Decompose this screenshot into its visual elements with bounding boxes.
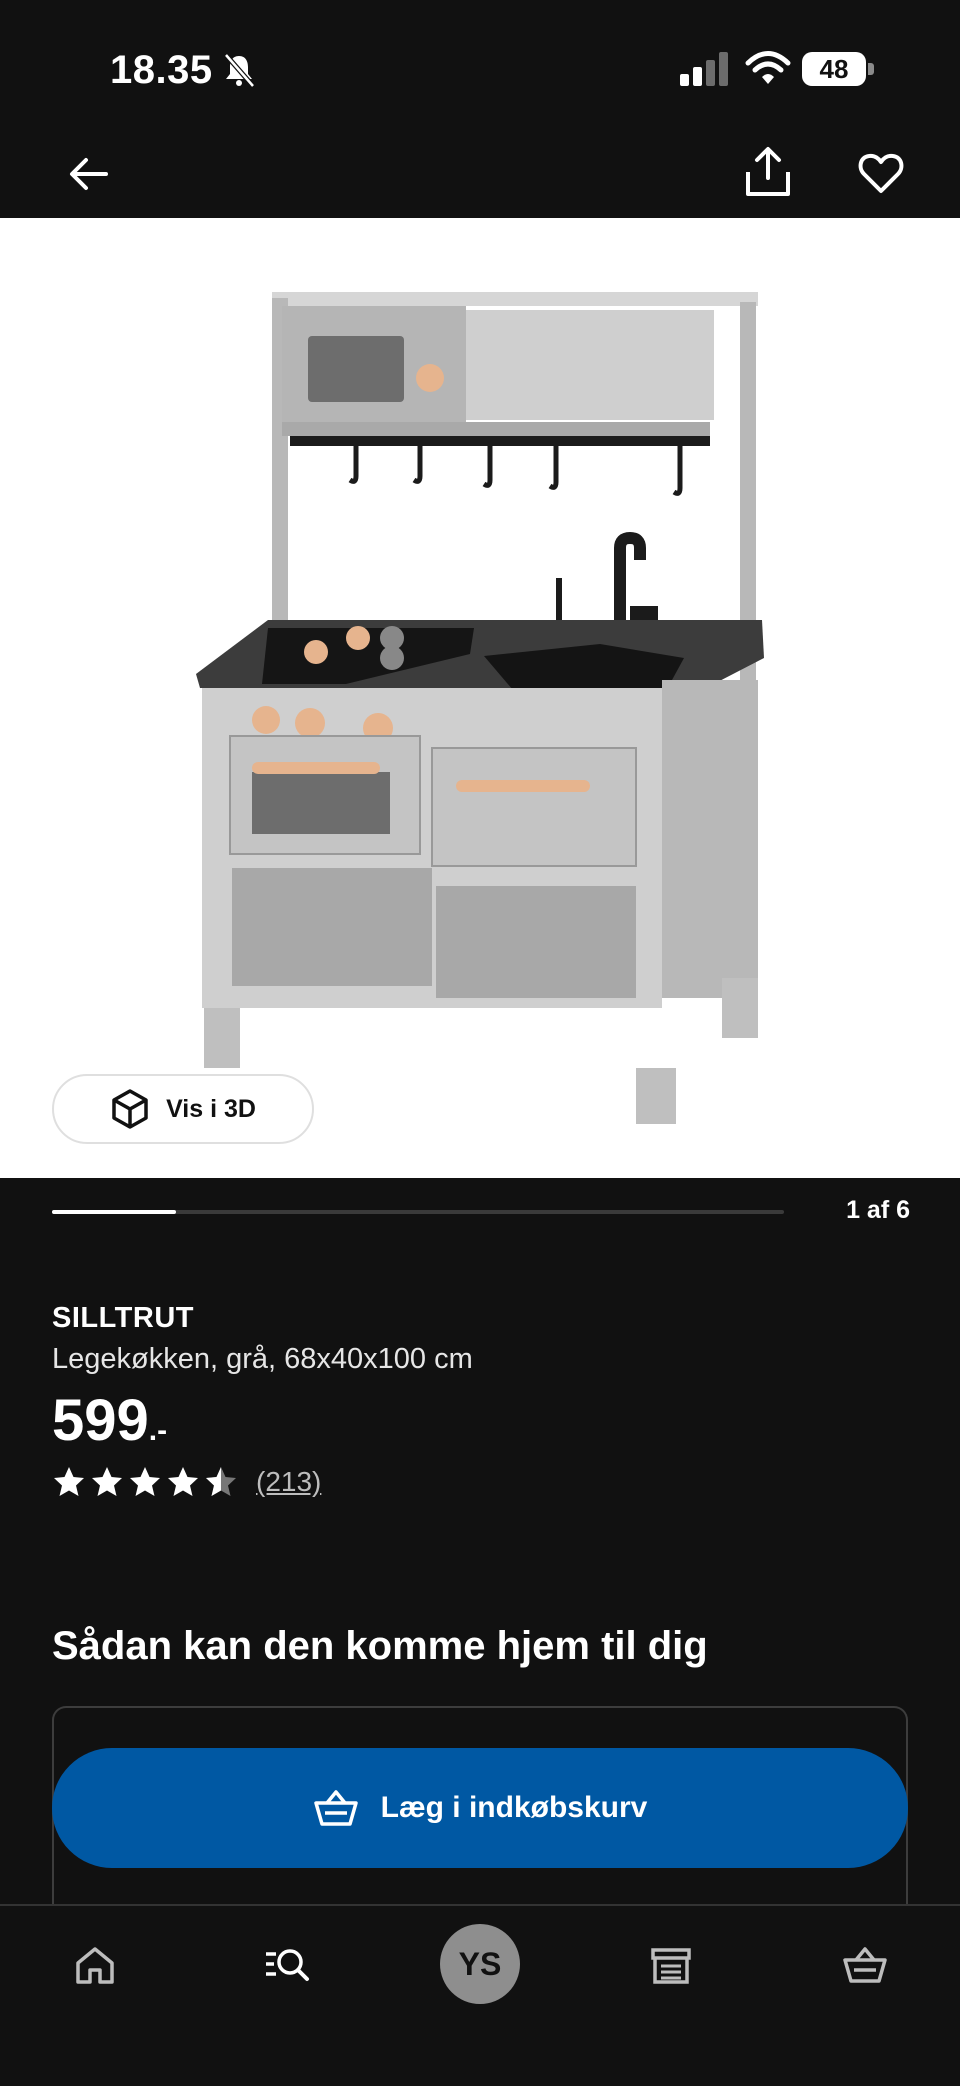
product-price: 599.-: [52, 1386, 167, 1466]
tab-store[interactable]: [636, 1930, 706, 2000]
bell-muted-icon: [224, 53, 255, 88]
tab-home[interactable]: [60, 1930, 130, 2000]
arrow-left-icon: [70, 158, 108, 190]
battery-tip: [868, 63, 874, 75]
gallery-page-counter: 1 af 6: [846, 1196, 910, 1224]
star-full-icon: [130, 1467, 160, 1496]
price-suffix: .-: [148, 1414, 168, 1447]
cellular-signal-icon: [680, 52, 728, 86]
shopping-basket-icon: [843, 1947, 887, 1983]
gallery-progress-bar: [52, 1210, 784, 1214]
star-full-icon: [92, 1467, 122, 1496]
gallery-progress-fill: [52, 1210, 177, 1214]
battery-indicator: 48: [802, 52, 874, 86]
share-icon: [746, 147, 790, 196]
favourite-button[interactable]: [856, 148, 906, 198]
search-list-icon: [266, 1949, 309, 1981]
share-button[interactable]: [742, 144, 794, 200]
star-full-icon: [54, 1467, 84, 1496]
status-time: 18.35: [110, 48, 213, 92]
cube-3d-icon: [112, 1089, 148, 1129]
star-full-icon: [168, 1467, 198, 1496]
view-in-3d-button[interactable]: Vis i 3D: [52, 1074, 314, 1144]
play-kitchen-image: [196, 292, 764, 1124]
view-in-3d-label: Vis i 3D: [166, 1094, 256, 1123]
product-rating[interactable]: (213): [52, 1464, 321, 1500]
add-to-cart-label: Læg i indkøbskurv: [380, 1791, 648, 1824]
review-count-link[interactable]: (213): [256, 1466, 321, 1498]
wifi-icon: [745, 51, 791, 84]
back-button[interactable]: [62, 148, 114, 200]
product-description: Legekøkken, grå, 68x40x100 cm: [52, 1343, 473, 1375]
tab-cart[interactable]: [830, 1930, 900, 2000]
product-name: SILLTRUT: [52, 1302, 194, 1334]
product-image-gallery[interactable]: Vis i 3D: [0, 218, 960, 1178]
status-bar: 18.35 48: [0, 0, 960, 140]
profile-avatar[interactable]: YS: [440, 1924, 520, 2004]
heart-icon: [858, 153, 904, 193]
shopping-basket-icon: [313, 1790, 358, 1826]
home-icon: [76, 1947, 114, 1984]
bottom-tab-bar: YS: [0, 1904, 960, 2086]
store-icon: [651, 1948, 691, 1984]
delivery-heading: Sådan kan den komme hjem til dig: [52, 1624, 708, 1668]
price-value: 599: [52, 1388, 149, 1453]
tab-search[interactable]: [252, 1930, 322, 2000]
battery-level: 48: [802, 52, 866, 86]
add-to-cart-button[interactable]: Læg i indkøbskurv: [52, 1748, 908, 1868]
top-nav-bar: [0, 140, 960, 218]
star-half-icon: [206, 1467, 236, 1496]
